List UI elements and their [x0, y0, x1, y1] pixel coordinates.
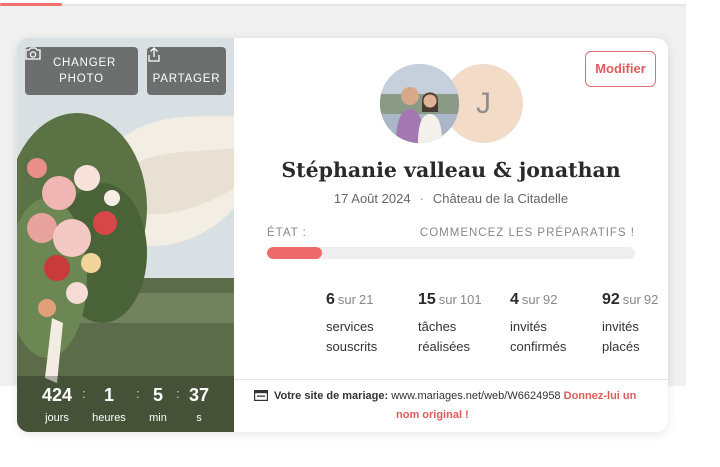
preparation-progress-fill	[267, 247, 323, 259]
preparation-progress-bar	[267, 247, 635, 259]
countdown-hours-label: heures	[92, 412, 126, 424]
stat-guests-confirmed[interactable]: 4 sur 92 invités confirmés	[510, 291, 566, 357]
couple-photo-illustration	[380, 64, 459, 143]
stat-confirmed-value: 4	[510, 291, 519, 308]
stat-tasks-desc-1: tâches	[418, 319, 457, 334]
stat-tasks-total: 101	[459, 292, 482, 307]
website-url[interactable]: www.mariages.net/web/W6624958	[391, 390, 560, 402]
stat-seated-total: 92	[643, 292, 659, 307]
wedding-photo: CHANGER PHOTO PARTAGER 424 jours : 1 heu…	[17, 38, 234, 432]
change-photo-label-2: PHOTO	[59, 73, 104, 85]
countdown-minutes-value: 5	[152, 385, 163, 405]
stat-confirmed-total: 92	[542, 292, 558, 307]
stat-services-desc-1: services	[326, 319, 374, 334]
countdown-days-label: jours	[45, 412, 69, 424]
countdown-separator: :	[136, 386, 140, 401]
couple-name: Stéphanie valleau & jonathan	[281, 158, 621, 182]
top-tab-track	[0, 4, 686, 6]
stat-seated-value: 92	[602, 291, 620, 308]
share-label: PARTAGER	[152, 73, 221, 85]
stat-tasks-value: 15	[418, 291, 436, 308]
stat-seated-of: sur	[622, 292, 641, 307]
countdown-hours-value: 1	[103, 385, 114, 405]
countdown-minutes-label: min	[149, 412, 167, 424]
stat-services-desc-2: souscrits	[326, 339, 378, 354]
share-button[interactable]: PARTAGER	[147, 47, 226, 95]
stat-tasks-desc-2: réalisées	[418, 339, 471, 354]
countdown-separator: :	[176, 386, 180, 401]
wedding-meta: 17 Août 2024 · Château de la Citadelle	[333, 191, 569, 206]
couple-avatar-photo[interactable]	[380, 64, 459, 143]
countdown-days-value: 424	[41, 385, 73, 405]
wedding-venue: Château de la Citadelle	[432, 191, 569, 206]
top-tab-indicator	[0, 3, 62, 6]
wedding-date: 17 Août 2024	[333, 191, 411, 206]
website-icon	[254, 390, 269, 407]
stat-services-of: sur	[337, 292, 356, 307]
stat-guests-seated[interactable]: 92 sur 92 invités placés	[602, 291, 658, 357]
countdown-timer: 424 jours : 1 heures : 5 min : 37 s	[17, 376, 234, 432]
stat-confirmed-desc-1: invités	[510, 319, 547, 334]
rename-site-link-1: Donnez-lui un	[563, 390, 637, 402]
countdown-days: 424 jours	[35, 384, 79, 426]
stat-tasks[interactable]: 15 sur 101 tâches réalisées	[418, 291, 482, 357]
stat-services-total: 21	[358, 292, 374, 307]
website-label: Votre site de mariage:	[274, 390, 389, 402]
rename-site-link-2: nom original !	[396, 409, 469, 421]
countdown-seconds: 37 s	[183, 384, 215, 426]
state-text: COMMENCEZ LES PRÉPARATIFS !	[419, 227, 635, 239]
stat-seated-desc-2: placés	[602, 339, 640, 354]
wedding-summary-card: CHANGER PHOTO PARTAGER 424 jours : 1 heu…	[17, 38, 668, 432]
state-label: ÉTAT :	[267, 227, 307, 239]
stat-services-value: 6	[326, 291, 335, 308]
stat-seated-desc-1: invités	[602, 319, 639, 334]
change-photo-button[interactable]: CHANGER PHOTO	[25, 47, 138, 95]
countdown-hours: 1 heures	[89, 384, 129, 426]
stat-tasks-of: sur	[438, 292, 457, 307]
countdown-separator: :	[82, 386, 86, 401]
wedding-website-row: Votre site de mariage: www.mariages.net/…	[254, 388, 654, 424]
floral-arch-illustration	[17, 38, 234, 432]
stat-confirmed-desc-2: confirmés	[510, 339, 567, 354]
countdown-seconds-label: s	[196, 412, 202, 424]
change-photo-label-1: CHANGER	[52, 57, 117, 69]
countdown-minutes: 5 min	[143, 384, 173, 426]
countdown-seconds-value: 37	[188, 385, 210, 405]
divider	[234, 379, 668, 380]
stat-confirmed-of: sur	[521, 292, 540, 307]
stat-services[interactable]: 6 sur 21 services souscrits	[326, 291, 377, 357]
wedding-info-panel: Modifier J Stéphanie valleau & jonathan …	[234, 38, 668, 432]
edit-button[interactable]: Modifier	[585, 51, 656, 87]
